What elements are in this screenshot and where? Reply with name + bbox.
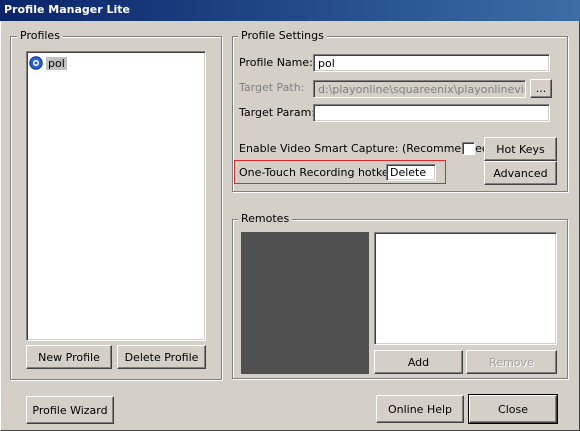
playonline-icon — [29, 56, 43, 70]
close-button[interactable]: Close — [468, 394, 558, 424]
profile-name-field[interactable]: pol — [313, 54, 550, 72]
browse-button[interactable]: ... — [530, 79, 552, 98]
list-item[interactable]: pol — [29, 54, 203, 72]
target-param-field[interactable] — [313, 104, 550, 122]
profile-settings-group-title: Profile Settings — [238, 29, 327, 42]
profiles-list[interactable]: pol — [26, 51, 206, 341]
advanced-button[interactable]: Advanced — [484, 161, 557, 185]
profiles-group-title: Profiles — [17, 29, 63, 42]
delete-profile-button[interactable]: Delete Profile — [117, 345, 206, 369]
window-title: Profile Manager Lite — [0, 0, 580, 21]
profile-name-label: Profile Name: — [239, 56, 313, 69]
hotkey-field[interactable]: Delete — [386, 164, 436, 181]
hotkey-label: One-Touch Recording hotkey: — [239, 166, 399, 179]
remotes-list[interactable] — [374, 232, 557, 345]
remote-preview — [241, 232, 369, 374]
target-path-label: Target Path: — [239, 81, 305, 94]
online-help-button[interactable]: Online Help — [376, 395, 464, 423]
profile-wizard-button[interactable]: Profile Wizard — [26, 396, 114, 424]
add-remote-button[interactable]: Add — [374, 350, 463, 374]
target-param-label: Target Param: — [239, 106, 316, 119]
remove-remote-button[interactable]: Remove — [466, 350, 557, 374]
profile-label: pol — [46, 56, 67, 70]
smart-capture-label: Enable Video Smart Capture: (Recommended… — [239, 142, 494, 155]
new-profile-button[interactable]: New Profile — [26, 345, 112, 369]
remotes-group-title: Remotes — [238, 212, 293, 225]
target-path-field[interactable]: d:\playonline\squareenix\playonlineviewe… — [313, 80, 526, 98]
hot-keys-button[interactable]: Hot Keys — [484, 137, 557, 161]
smart-capture-checkbox[interactable] — [462, 142, 475, 155]
